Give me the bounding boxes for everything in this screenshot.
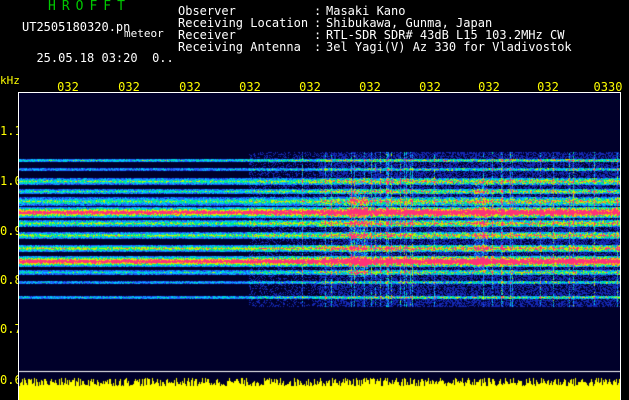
file-name: UT2505180320.pn <box>22 20 131 34</box>
extra-text: 0.. <box>152 51 174 65</box>
info-label: Receiving Antenna <box>178 40 301 54</box>
info-value: 3el Yagi(V) Az 330 for Vladivostok <box>326 40 572 54</box>
station-info: Observer : Masaki Kano Receiving Locatio… <box>178 5 572 53</box>
file-datetime: 25.05.18 03:20 0.. <box>22 40 174 65</box>
plot-border-right <box>620 92 621 400</box>
spectrogram-plot <box>18 92 621 400</box>
info-sep: : <box>314 40 322 54</box>
plot-border-left <box>18 92 19 400</box>
info-row-antenna: Receiving Antenna : 3el Yagi(V) Az 330 f… <box>178 41 572 53</box>
waterfall-canvas <box>18 92 621 400</box>
plot-border-top <box>18 92 621 93</box>
datetime-text: 25.05.18 03:20 <box>36 51 138 65</box>
app-brand: HROFFT <box>48 0 131 14</box>
y-axis-unit: kHz <box>0 74 20 87</box>
file-type: meteor <box>124 27 164 40</box>
